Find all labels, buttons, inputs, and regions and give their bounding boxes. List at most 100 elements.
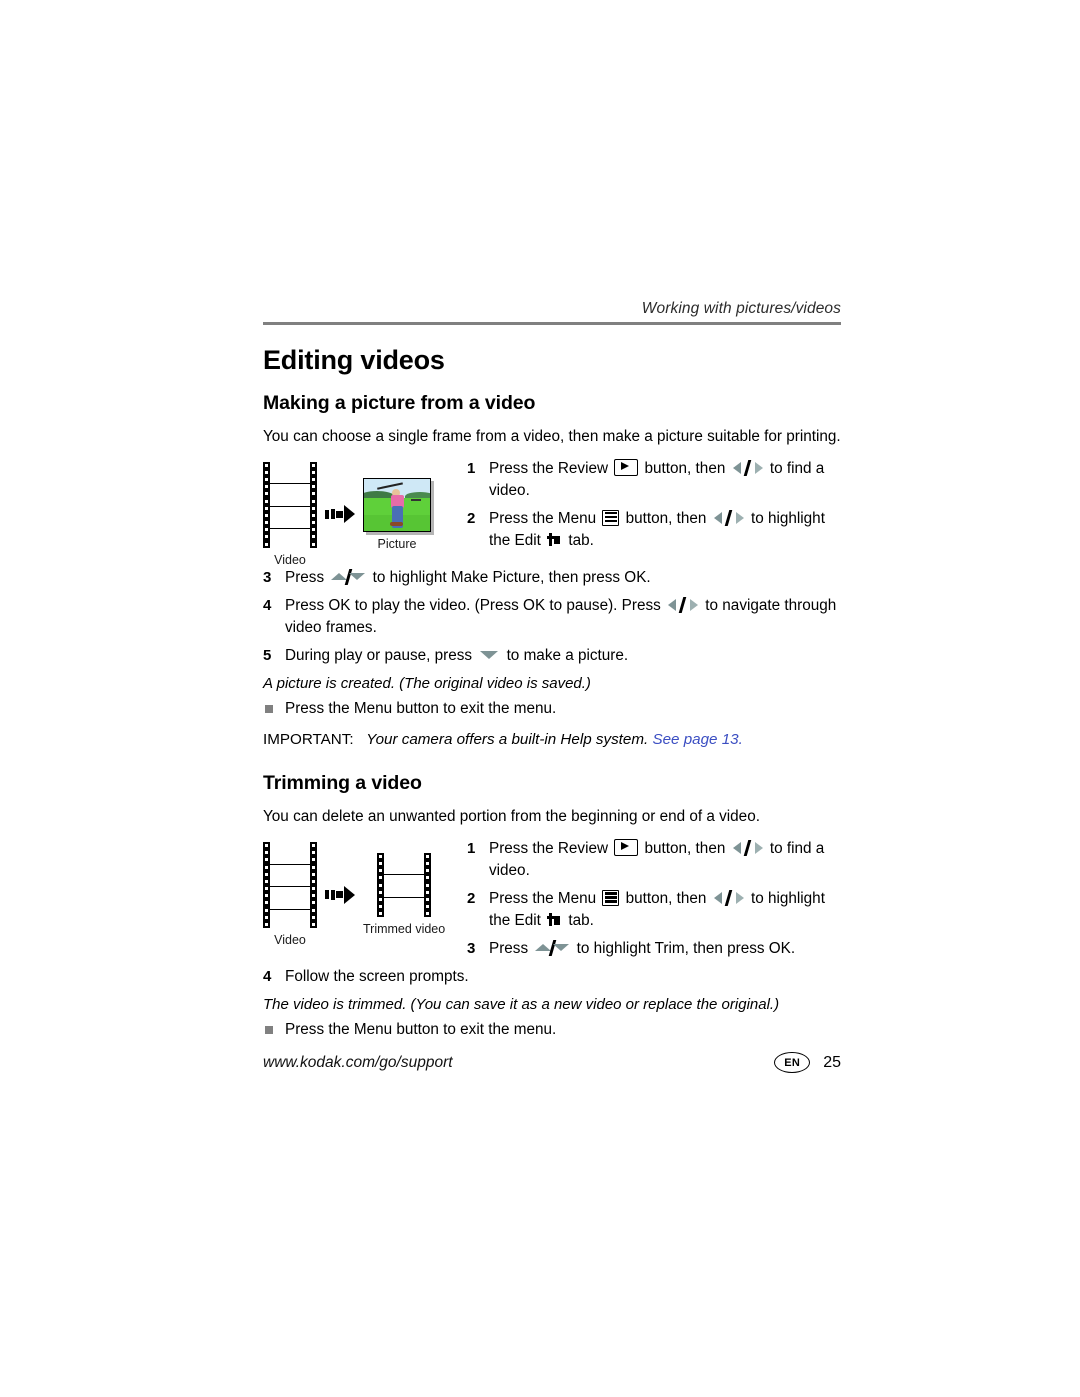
figure-video-to-trimmed-video: Video Trimmed video <box>263 838 463 947</box>
step-text: Follow the screen prompts. <box>285 968 469 986</box>
figure-caption-picture: Picture <box>377 536 417 551</box>
page-number: 25 <box>823 1053 841 1071</box>
section-intro-trimming: You can delete an unwanted portion from … <box>263 808 760 826</box>
figure-and-steps-trimming: Video Trimmed video 1 Press the Review b… <box>263 838 841 966</box>
left-right-arrows-icon <box>713 890 744 907</box>
left-right-arrows-icon <box>732 840 763 857</box>
important-note: IMPORTANT: Your camera offers a built-in… <box>263 729 841 750</box>
film-perforations-left <box>263 462 270 548</box>
step-text: During play or pause, press <box>285 646 473 664</box>
step-text: tab. <box>568 531 594 549</box>
step-number: 1 <box>467 840 476 858</box>
film-perforations-right <box>310 842 317 928</box>
figure-video-to-picture: Video Picture <box>263 458 463 567</box>
step-text: to highlight Trim, then press OK. <box>576 940 796 958</box>
trimmed-film-strip-icon <box>377 853 432 919</box>
section-heading-making-picture: Making a picture from a video <box>263 392 536 414</box>
film-frames <box>270 842 310 931</box>
running-header: Working with pictures/videos <box>641 300 841 317</box>
step-text: to highlight Make Picture, then press OK… <box>372 568 651 586</box>
step-text: Press OK to play the video. (Press OK to… <box>285 596 661 614</box>
film-perforations-right <box>424 853 431 917</box>
film-perforations-right <box>310 462 317 548</box>
film-frames <box>384 853 425 919</box>
step-text: video. <box>489 481 530 499</box>
edit-tab-icon <box>547 532 562 548</box>
step-item: 1 Press the Review button, then to find … <box>467 838 841 882</box>
film-perforations-left <box>377 853 384 917</box>
step-text: the Edit <box>489 912 541 930</box>
header-rule <box>263 322 841 325</box>
step-text: Press <box>489 940 529 958</box>
up-down-arrows-icon <box>331 568 366 585</box>
down-arrow-icon <box>480 650 499 659</box>
support-url[interactable]: www.kodak.com/go/support <box>263 1054 453 1072</box>
figure-caption-trimmed-video: Trimmed video <box>363 922 446 937</box>
step-number: 4 <box>263 968 272 986</box>
film-frames <box>270 462 310 551</box>
figure-caption-video: Video <box>274 933 306 948</box>
step-number: 3 <box>263 568 272 586</box>
step-text: button, then <box>625 890 707 908</box>
section-intro-making-picture: You can choose a single frame from a vid… <box>263 428 841 445</box>
bullet-note-trimming: Press the Menu button to exit the menu. <box>263 1019 841 1040</box>
step-item: 2 Press the Menu button, then to highlig… <box>467 888 841 932</box>
important-body: Your camera offers a built-in Help syste… <box>366 731 649 749</box>
edit-tab-icon <box>547 913 562 928</box>
step-text: button, then <box>625 509 707 527</box>
step-text: to highlight <box>750 509 825 527</box>
step-item: 1 Press the Review button, then to find … <box>467 458 841 502</box>
step-text: to find a <box>769 840 825 858</box>
step-item: 5 During play or pause, press to make a … <box>263 645 841 667</box>
steps-list-top-trimming: 1 Press the Review button, then to find … <box>463 838 841 966</box>
film-strip-icon <box>263 461 317 551</box>
step-number: 2 <box>467 890 476 908</box>
figure-source-video: Video <box>263 842 317 947</box>
step-item: 4 Follow the screen prompts. <box>263 966 841 988</box>
figure-caption-video: Video <box>274 552 306 567</box>
figure-result-trimmed-video: Trimmed video <box>363 853 445 936</box>
step-number: 5 <box>263 646 272 664</box>
step-text: tab. <box>568 912 594 930</box>
step-item: 2 Press the Menu button, then to highlig… <box>467 508 841 552</box>
step-text: the Edit <box>489 531 541 549</box>
step-number: 2 <box>467 509 476 527</box>
figure-result-picture: Picture <box>363 477 431 551</box>
step-item: 3 Press to highlight Trim, then press OK… <box>467 938 841 960</box>
step-text: to find a <box>769 459 825 477</box>
important-label: IMPORTANT: <box>263 731 354 749</box>
step-text: Press the Menu <box>489 509 597 527</box>
square-bullet-icon <box>265 1026 273 1035</box>
transform-arrow-icon <box>325 505 355 524</box>
left-right-arrows-icon <box>668 596 699 613</box>
review-button-icon <box>614 458 639 476</box>
page-content: Working with pictures/videos Editing vid… <box>263 300 841 1043</box>
step-item: 4 Press OK to play the video. (Press OK … <box>263 595 841 639</box>
language-badge: EN <box>774 1052 811 1073</box>
bullet-note-making-picture: Press the Menu button to exit the menu. <box>263 698 841 719</box>
golfer-photo-icon <box>363 477 431 532</box>
page-title: Editing videos <box>263 345 445 375</box>
figure-source-video: Video <box>263 461 317 567</box>
bullet-text: Press the Menu button to exit the menu. <box>285 1021 557 1039</box>
steps-list-bottom-trimming: 4 Follow the screen prompts. <box>263 966 841 988</box>
result-note-making-picture: A picture is created. (The original vide… <box>263 674 591 692</box>
step-text: Press <box>285 568 325 586</box>
steps-list-top-making-picture: 1 Press the Review button, then to find … <box>463 458 841 558</box>
section-heading-trimming: Trimming a video <box>263 772 422 795</box>
menu-icon <box>602 509 620 526</box>
left-right-arrows-icon <box>713 509 744 526</box>
step-text: Press the Review <box>489 459 609 477</box>
result-note-trimming: The video is trimmed. (You can save it a… <box>263 996 780 1014</box>
square-bullet-icon <box>265 704 273 713</box>
step-text: to highlight <box>750 890 825 908</box>
film-strip-icon <box>263 842 317 931</box>
film-perforations-left <box>263 842 270 928</box>
transform-arrow-icon <box>325 885 355 904</box>
step-number: 3 <box>467 940 476 958</box>
step-number: 4 <box>263 596 272 614</box>
step-text: button, then <box>644 459 726 477</box>
steps-list-bottom-making-picture: 3 Press to highlight Make Picture, then … <box>263 567 841 667</box>
important-link[interactable]: See page 13. <box>652 731 742 748</box>
step-item: 3 Press to highlight Make Picture, then … <box>263 567 841 589</box>
